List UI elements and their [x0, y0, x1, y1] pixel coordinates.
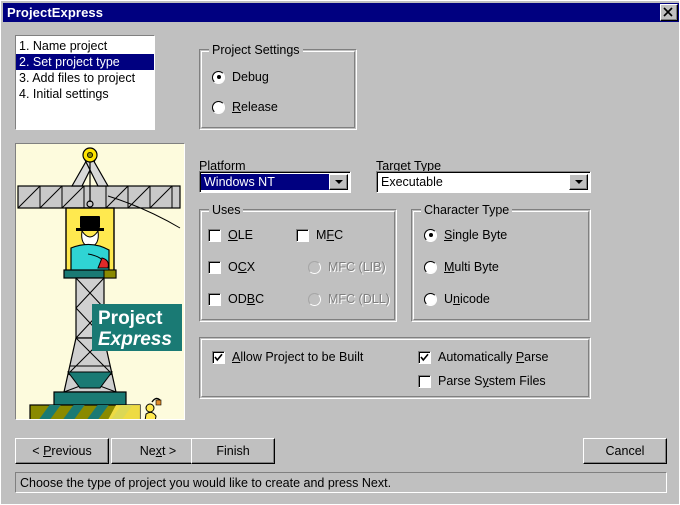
logo-line-1: Project: [98, 308, 163, 329]
checkbox-parse-system-label: Parse System Files: [438, 374, 546, 388]
wizard-illustration: Project Express: [15, 143, 185, 420]
step-item-4[interactable]: 4. Initial settings: [16, 86, 154, 102]
checkbox-ole-label: OLE: [228, 228, 254, 242]
radio-mfc-dll-icon: [308, 292, 321, 306]
radio-release[interactable]: Release: [212, 100, 278, 114]
logo-line-2: Express: [98, 329, 172, 350]
radio-mfc-lib-icon: [308, 260, 321, 274]
radio-mfc-lib: MFC (LIB): [308, 260, 386, 274]
character-type-group: Character Type Single Byte Multi Byte Un…: [411, 203, 591, 322]
step-item-2[interactable]: 2. Set project type: [16, 54, 154, 70]
character-type-legend: Character Type: [421, 203, 513, 217]
finish-button[interactable]: Finish: [191, 438, 275, 464]
next-button-label: Next >: [139, 444, 177, 458]
project-express-dialog: ProjectExpress 1. Name project 2. Set pr…: [0, 0, 680, 505]
target-type-value: Executable: [381, 175, 443, 189]
status-bar-text: Choose the type of project you would lik…: [20, 475, 392, 490]
check-mark-icon: [420, 353, 429, 361]
radio-multi-byte-label: Multi Byte: [444, 260, 499, 274]
radio-release-label: Release: [232, 100, 278, 114]
radio-debug[interactable]: Debug: [212, 70, 269, 84]
radio-unicode[interactable]: Unicode: [424, 292, 490, 306]
project-settings-group: Project Settings Debug Release: [199, 43, 357, 130]
checkbox-odbc-label: ODBC: [228, 292, 265, 306]
radio-mfc-dll-label: MFC (DLL): [328, 292, 390, 306]
title-bar[interactable]: ProjectExpress: [3, 3, 679, 22]
checkbox-odbc-box: [208, 292, 221, 306]
crane-illustration: Project Express: [16, 144, 184, 419]
wizard-step-list[interactable]: 1. Name project 2. Set project type 3. A…: [15, 35, 155, 130]
checkbox-auto-parse-box: [418, 350, 431, 364]
close-button[interactable]: [660, 4, 678, 21]
checkbox-allow-build-box: [212, 350, 225, 364]
radio-multi-byte-icon: [424, 260, 437, 274]
radio-debug-icon: [212, 70, 225, 84]
cancel-button[interactable]: Cancel: [583, 438, 667, 464]
platform-value: Windows NT: [201, 173, 329, 191]
checkbox-parse-system-box: [418, 374, 431, 388]
status-bar: Choose the type of project you would lik…: [15, 472, 667, 493]
uses-group: Uses OLE OCX ODBC MFC MFC (LIB) MFC (DLL…: [199, 203, 397, 322]
checkbox-ole-box: [208, 228, 221, 242]
checkbox-auto-parse[interactable]: Automatically Parse: [418, 350, 548, 364]
project-settings-legend: Project Settings: [209, 43, 303, 57]
radio-unicode-label: Unicode: [444, 292, 490, 306]
platform-combobox[interactable]: Windows NT: [199, 171, 351, 193]
target-type-combobox[interactable]: Executable: [376, 171, 591, 193]
checkbox-mfc-label: MFC: [316, 228, 344, 242]
radio-mfc-lib-label: MFC (LIB): [328, 260, 386, 274]
radio-mfc-dll: MFC (DLL): [308, 292, 390, 306]
cancel-button-label: Cancel: [605, 444, 645, 458]
checkbox-ole[interactable]: OLE: [208, 228, 253, 242]
checkbox-ocx[interactable]: OCX: [208, 260, 255, 274]
radio-single-byte[interactable]: Single Byte: [424, 228, 507, 242]
checkbox-allow-build[interactable]: Allow Project to be Built: [212, 350, 363, 364]
checkbox-allow-build-label: Allow Project to be Built: [232, 350, 364, 364]
checkbox-parse-system[interactable]: Parse System Files: [418, 374, 546, 388]
checkbox-ocx-label: OCX: [228, 260, 256, 274]
checkbox-auto-parse-label: Automatically Parse: [438, 350, 549, 364]
step-item-1[interactable]: 1. Name project: [16, 38, 154, 54]
checkbox-mfc-box: [296, 228, 309, 242]
radio-multi-byte[interactable]: Multi Byte: [424, 260, 499, 274]
window-title: ProjectExpress: [7, 5, 104, 20]
check-mark-icon: [214, 353, 223, 361]
step-item-3[interactable]: 3. Add files to project: [16, 70, 154, 86]
previous-button[interactable]: < Previous: [15, 438, 109, 464]
checkbox-ocx-box: [208, 260, 221, 274]
build-options-panel: Allow Project to be Built Automatically …: [199, 337, 591, 399]
radio-debug-label: Debug: [232, 70, 269, 84]
platform-dropdown-arrow-icon[interactable]: [329, 174, 348, 190]
checkbox-odbc[interactable]: ODBC: [208, 292, 264, 306]
radio-release-icon: [212, 100, 225, 114]
radio-single-byte-label: Single Byte: [444, 228, 508, 242]
radio-single-byte-icon: [424, 228, 437, 242]
radio-unicode-icon: [424, 292, 437, 306]
target-type-dropdown-arrow-icon[interactable]: [569, 174, 588, 190]
uses-legend: Uses: [209, 203, 244, 217]
previous-button-label: < Previous: [32, 444, 92, 458]
finish-button-label: Finish: [216, 444, 250, 458]
checkbox-mfc[interactable]: MFC: [296, 228, 343, 242]
